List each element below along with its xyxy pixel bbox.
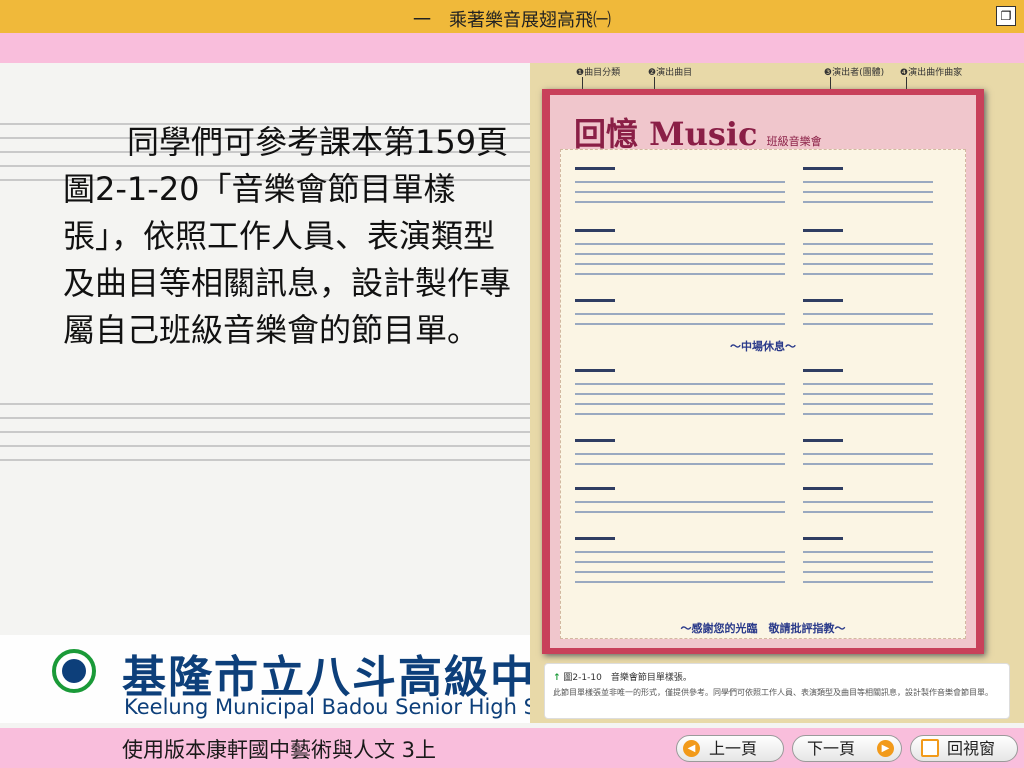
window-restore-icon[interactable]: ❐	[996, 6, 1016, 26]
chevron-right-icon: ▶	[877, 740, 894, 757]
school-banner: 基隆市立八斗高級中 Keelung Municipal Badou Senior…	[0, 635, 549, 723]
program-section-heading	[575, 164, 951, 173]
program-header-subtitle: 班級音樂會	[766, 135, 822, 148]
program-line	[575, 400, 951, 409]
program-line	[575, 250, 951, 259]
program-line	[575, 310, 951, 319]
caption-title-text: 圖2-1-10 音樂會節目單樣張。	[563, 673, 692, 683]
program-line	[575, 178, 951, 187]
school-logo-icon	[52, 649, 96, 693]
program-header-title: 回憶 Music	[574, 115, 758, 153]
prev-page-label: 上一頁	[709, 739, 758, 758]
program-book: 回憶 Music 班級音樂會 ～中場休息～ ～感謝您的光臨 敬請批評指教～	[542, 89, 984, 654]
intermission-label: ～中場休息～	[730, 340, 796, 353]
annotation-composer: ❹演出曲作曲家	[900, 68, 963, 78]
next-page-button[interactable]: 下一頁 ▶	[792, 735, 902, 762]
page-title: 一 乘著樂音展翅高飛㈠	[413, 10, 611, 31]
program-line	[575, 320, 951, 329]
window-icon	[921, 739, 939, 757]
program-section-heading	[575, 484, 951, 493]
program-line	[575, 498, 951, 507]
school-name-en: Keelung Municipal Badou Senior High Sc	[124, 695, 549, 719]
program-line	[575, 188, 951, 197]
figure-caption: ↑ 圖2-1-10 音樂會節目單樣張。 此節目單樣張並非唯一的形式，僅提供參考。…	[544, 663, 1010, 719]
program-line	[575, 578, 951, 587]
program-card: ～中場休息～ ～感謝您的光臨 敬請批評指教～	[560, 149, 966, 639]
back-to-window-label: 回視窗	[947, 739, 996, 758]
program-line	[575, 198, 951, 207]
program-section-heading	[575, 534, 951, 543]
back-to-window-button[interactable]: 回視窗	[910, 735, 1018, 762]
annotation-performer: ❸演出者(團體)	[824, 68, 885, 78]
slide-content: 同學們可參考課本第159頁圖2-1-20「音樂會節目單樣張」，依照工作人員、表演…	[0, 63, 1024, 728]
program-line	[575, 508, 951, 517]
thanks-label: ～感謝您的光臨 敬請批評指教～	[680, 622, 846, 635]
program-line	[575, 260, 951, 269]
program-line	[575, 548, 951, 557]
program-section-heading	[575, 436, 951, 445]
program-line	[575, 450, 951, 459]
header-band	[0, 33, 1024, 63]
program-line	[575, 240, 951, 249]
program-page: 回憶 Music 班級音樂會 ～中場休息～ ～感謝您的光臨 敬請批評指教～	[550, 95, 976, 648]
program-line	[575, 410, 951, 419]
program-section-heading	[575, 296, 951, 305]
instruction-text: 同學們可參考課本第159頁圖2-1-20「音樂會節目單樣張」，依照工作人員、表演…	[63, 119, 513, 354]
title-bar: 一 乘著樂音展翅高飛㈠ ❐	[0, 0, 1024, 33]
program-line	[575, 390, 951, 399]
program-figure: ❶曲目分類 ❷演出曲目 ❸演出者(團體) ❹演出曲作曲家 回憶 Music 班級…	[530, 63, 1024, 723]
instruction-paragraph: 同學們可參考課本第159頁圖2-1-20「音樂會節目單樣張」，依照工作人員、表演…	[63, 123, 512, 349]
arrow-up-icon: ↑	[553, 673, 561, 683]
program-section-heading	[575, 366, 951, 375]
program-line	[575, 380, 951, 389]
program-line	[575, 558, 951, 567]
program-header: 回憶 Music 班級音樂會	[574, 109, 822, 153]
chevron-left-icon: ◀	[683, 740, 700, 757]
footer-text: 使用版本康軒國中藝術與人文 3上	[122, 738, 437, 762]
prev-page-button[interactable]: ◀ 上一頁	[676, 735, 784, 762]
program-line	[575, 270, 951, 279]
program-section-heading	[575, 226, 951, 235]
program-line	[575, 460, 951, 469]
caption-body: 此節目單樣張並非唯一的形式，僅提供參考。同學們可依照工作人員、表演類型及曲目等相…	[553, 688, 993, 697]
next-page-label: 下一頁	[807, 739, 856, 758]
footer-bar: 使用版本康軒國中藝術與人文 3上 ◀ 上一頁 下一頁 ▶ 回視窗	[0, 728, 1024, 768]
program-line	[575, 568, 951, 577]
caption-title: ↑ 圖2-1-10 音樂會節目單樣張。	[553, 670, 1001, 683]
